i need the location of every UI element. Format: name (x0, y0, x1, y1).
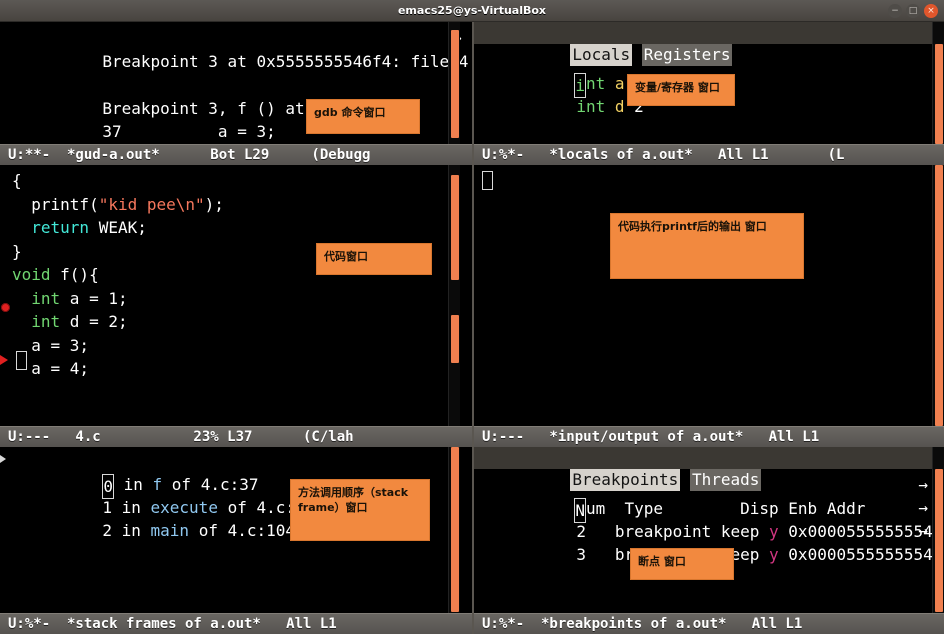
execution-arrow-icon (0, 355, 8, 365)
locals-buffer[interactable]: Locals Registers int a 1 int d 2 变量/寄存器 … (474, 22, 944, 144)
io-scrollbar-thumb[interactable] (935, 165, 943, 426)
stack-modeline: U:%*- *stack frames of a.out* All L1 (0, 613, 472, 634)
source-line: void f(){ (12, 263, 224, 287)
gud-scrollbar-thumb[interactable] (451, 30, 459, 138)
stack-row-2-index: 2 (102, 520, 112, 540)
source-scrollbar-thumb[interactable] (451, 175, 459, 280)
locals-row-1-type: int (576, 96, 606, 116)
gud-scrollbar[interactable] (448, 22, 460, 144)
pane-gud: Breakpoint 3 at 0x5555555546f4: file 4. … (0, 22, 472, 165)
source-token (12, 195, 31, 214)
locals-scrollbar-thumb[interactable] (935, 44, 943, 144)
source-buffer[interactable]: { printf("kid pee\n"); return WEAK;} void… (0, 165, 472, 426)
window-title-bar: emacs25@ys-VirtualBox − □ × (0, 0, 944, 22)
source-line (12, 404, 224, 426)
source-token: f(){ (50, 265, 99, 284)
source-token (12, 289, 31, 308)
source-token: "kid pee\n" (98, 194, 205, 214)
note-program-output-window: 代码执行printf后的输出 窗口 (610, 213, 804, 279)
io-cursor (482, 171, 493, 190)
minimize-icon[interactable]: − (888, 4, 902, 18)
breakpoints-row-1-enb[interactable]: y (769, 545, 779, 564)
breakpoints-scrollbar[interactable] (932, 447, 944, 613)
source-line: { (12, 169, 224, 193)
breakpoint-dot-icon[interactable] (1, 303, 10, 312)
note-gdb-command-window: gdb 命令窗口 (306, 99, 420, 134)
breakpoints-row-1-addr: 0x0000555555554 (788, 544, 933, 564)
source-line: a = 3; (12, 334, 224, 358)
stack-scrollbar-thumb[interactable] (451, 447, 459, 612)
source-cursor (16, 351, 27, 370)
pane-source-code: { printf("kid pee\n"); return WEAK;} void… (0, 165, 472, 447)
window-controls: − □ × (888, 4, 938, 18)
locals-tabbar: Locals Registers (474, 22, 944, 66)
stack-scrollbar[interactable] (448, 447, 460, 613)
tab-registers[interactable]: Registers (641, 44, 733, 66)
source-line (12, 381, 224, 405)
pane-locals: Locals Registers int a 1 int d 2 变量/寄存器 … (474, 22, 944, 165)
breakpoints-truncation-icon-1: → (918, 498, 928, 517)
stack-row-2-fn[interactable]: main (151, 521, 190, 540)
source-token (12, 218, 31, 237)
note-code-window: 代码窗口 (316, 243, 432, 275)
source-token (12, 312, 31, 331)
source-token: ); (204, 194, 224, 214)
window-divider[interactable] (472, 22, 474, 634)
source-line: return WEAK; (12, 216, 224, 240)
pane-input-output: 代码执行printf后的输出 窗口 U:--- *input/output of… (474, 165, 944, 447)
locals-row-1-name: d (614, 96, 625, 116)
source-scrollbar-thumb-secondary[interactable] (451, 315, 459, 363)
source-token: printf( (31, 194, 99, 214)
stack-row-2-loc: 4.c:104 (227, 520, 296, 540)
breakpoints-truncation-icon-2: → (918, 521, 928, 540)
breakpoints-truncation-icon-0: → (918, 475, 928, 494)
stack-buffer[interactable]: 0 in f of 4.c:37 1 in execute of 4.c:46 … (0, 447, 472, 613)
source-lines: { printf("kid pee\n"); return WEAK;} void… (12, 169, 224, 426)
gud-modeline: U:**- *gud-a.out* Bot L29 (Debugg (0, 144, 472, 165)
close-icon[interactable]: × (924, 4, 938, 18)
note-breakpoint-window: 断点 窗口 (630, 548, 734, 580)
source-token: a = 1; (60, 288, 128, 308)
source-line: int d = 2; (12, 310, 224, 334)
window-title: emacs25@ys-VirtualBox (397, 4, 547, 17)
breakpoints-modeline: U:%*- *breakpoints of a.out* All L1 (474, 613, 944, 634)
note-stack-frame-window: 方法调用顺序（stack frame）窗口 (290, 479, 430, 541)
emacs-frame: Breakpoint 3 at 0x5555555546f4: file 4. … (0, 22, 944, 634)
breakpoints-row-1-num: 3 (576, 544, 586, 564)
source-token: int (31, 288, 61, 308)
note-variables-window: 变量/寄存器 窗口 (627, 74, 735, 106)
locals-scrollbar[interactable] (932, 22, 944, 144)
stack-row-2-in: in (121, 520, 141, 540)
gud-line-0: Breakpoint 3 at 0x5555555546f4: file 4. (102, 51, 472, 71)
pane-breakpoints: Breakpoints Threads Num Type Disp Enb Ad… (474, 447, 944, 634)
source-line: } (12, 240, 224, 264)
source-token: int (31, 312, 61, 331)
breakpoints-buffer[interactable]: Breakpoints Threads Num Type Disp Enb Ad… (474, 447, 944, 613)
source-modeline: U:--- 4.c 23% L37 (C/lah (0, 426, 472, 447)
source-token: void (12, 265, 51, 284)
source-scrollbar[interactable] (448, 165, 460, 426)
source-fringe (0, 165, 12, 426)
source-token: return (31, 218, 90, 237)
source-token: WEAK; (89, 218, 147, 237)
breakpoints-tabbar: Breakpoints Threads (474, 447, 944, 491)
breakpoints-scrollbar-thumb[interactable] (935, 469, 943, 612)
io-buffer[interactable]: 代码执行printf后的输出 窗口 (474, 165, 944, 426)
pane-stack-frames: 0 in f of 4.c:37 1 in execute of 4.c:46 … (0, 447, 472, 634)
io-scrollbar[interactable] (932, 165, 944, 426)
source-token: } (12, 241, 22, 261)
gud-buffer[interactable]: Breakpoint 3 at 0x5555555546f4: file 4. … (0, 22, 472, 144)
source-token: { (12, 171, 22, 190)
source-token: d = 2; (60, 312, 128, 331)
source-line: a = 4; (12, 357, 224, 381)
source-line: int a = 1; (12, 287, 224, 311)
io-modeline: U:--- *input/output of a.out* All L1 (474, 426, 944, 447)
maximize-icon[interactable]: □ (906, 4, 920, 18)
stack-row-2-of: of (198, 520, 218, 540)
locals-modeline: U:%*- *locals of a.out* All L1 (L (474, 144, 944, 165)
emacs-gdb-window: emacs25@ys-VirtualBox − □ × Breakpoint 3… (0, 0, 944, 634)
source-line: printf("kid pee\n"); (12, 193, 224, 217)
